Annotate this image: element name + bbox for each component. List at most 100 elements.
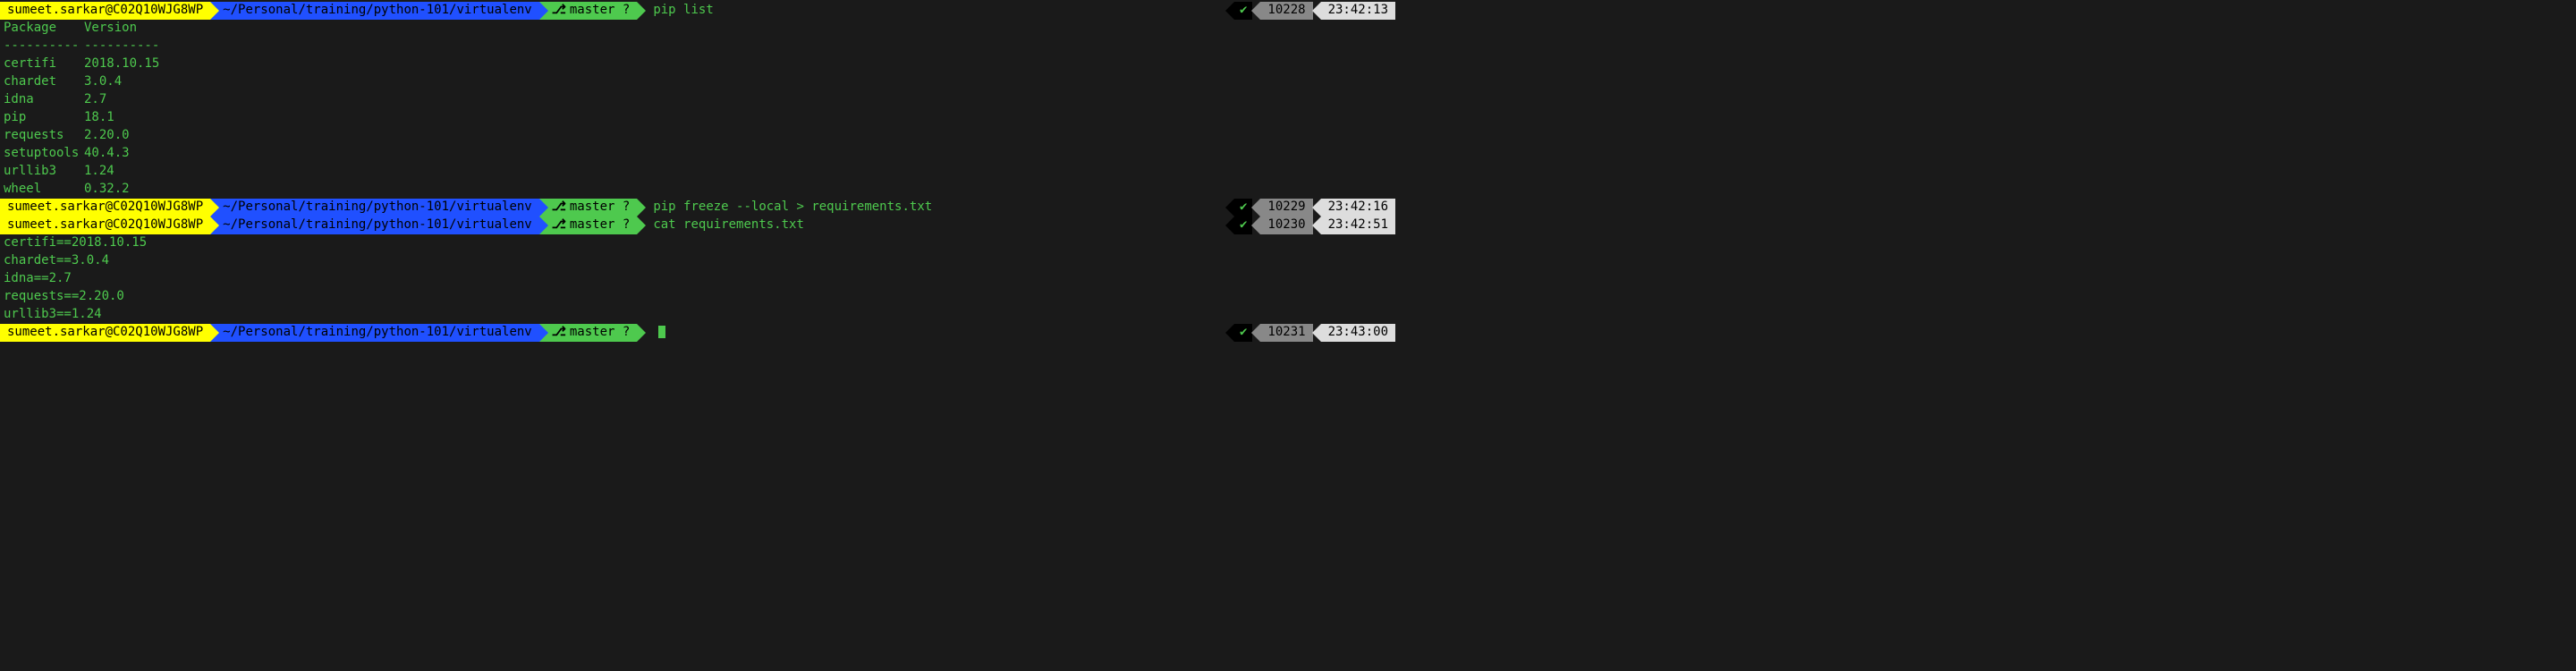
arrow-icon [1251,2,1260,20]
prompt-line[interactable]: sumeet.sarkar@C02Q10WJG8WP ~/Personal/tr… [0,199,1395,217]
col-package: setuptools [4,145,84,163]
col-package: idna [4,91,84,109]
timestamp: 23:43:00 [1321,324,1395,342]
history-number: 10229 [1260,199,1312,217]
col-package: chardet [4,73,84,91]
col-package: ---------- [4,38,84,55]
git-branch-icon: ⎇ [552,217,566,234]
output-row: setuptools40.4.3 [0,145,1395,163]
col-version: 18.1 [84,109,114,127]
output-row: chardet3.0.4 [0,73,1395,91]
cursor-icon [658,326,665,338]
user-host-segment: sumeet.sarkar@C02Q10WJG8WP [0,324,210,342]
arrow-icon [1312,217,1321,234]
arrow-icon [637,324,646,342]
prompt-line-current[interactable]: sumeet.sarkar@C02Q10WJG8WP ~/Personal/tr… [0,324,1395,342]
output-text: chardet==3.0.4 [0,252,109,270]
path-segment: ~/Personal/training/python-101/virtualen… [210,324,539,342]
status-right: ✔ 10231 23:43:00 [1225,324,1395,342]
arrow-icon [1225,2,1234,20]
prompt-line[interactable]: sumeet.sarkar@C02Q10WJG8WP ~/Personal/tr… [0,217,1395,234]
status-right: ✔ 10228 23:42:13 [1225,2,1395,20]
output-row: requests2.20.0 [0,127,1395,145]
output-text: idna==2.7 [0,270,72,288]
command-text: pip freeze --local > requirements.txt [646,199,932,217]
output-row: requests==2.20.0 [0,288,1395,306]
command-input[interactable] [646,324,665,342]
git-branch-icon: ⎇ [552,2,566,20]
user-host-segment: sumeet.sarkar@C02Q10WJG8WP [0,217,210,234]
arrow-icon [539,324,548,342]
branch-label: master ? [570,2,630,20]
output-row: idna2.7 [0,91,1395,109]
command-text: pip list [646,2,713,20]
output-row: urllib31.24 [0,163,1395,181]
output-divider: -------------------- [0,38,1395,55]
branch-segment: ⎇master ? [539,2,638,20]
arrow-icon [1225,217,1234,234]
status-check: ✔ [1234,217,1252,234]
col-version: ---------- [84,38,159,55]
col-version: 40.4.3 [84,145,130,163]
output-text: urllib3==1.24 [0,306,102,324]
timestamp: 23:42:13 [1321,2,1395,20]
arrow-icon [1225,199,1234,217]
output-row: idna==2.7 [0,270,1395,288]
arrow-icon [1312,2,1321,20]
col-package: urllib3 [4,163,84,181]
arrow-icon [1225,324,1234,342]
user-host-segment: sumeet.sarkar@C02Q10WJG8WP [0,199,210,217]
col-version: 2.20.0 [84,127,130,145]
arrow-icon [210,217,219,234]
arrow-icon [1312,199,1321,217]
arrow-icon [539,217,548,234]
timestamp: 23:42:51 [1321,217,1395,234]
branch-label: master ? [570,199,630,217]
output-header: PackageVersion [0,20,1395,38]
col-package: certifi [4,55,84,73]
col-version: 2018.10.15 [84,55,159,73]
arrow-icon [1251,199,1260,217]
arrow-icon [210,2,219,20]
status-check: ✔ [1234,199,1252,217]
arrow-icon [539,2,548,20]
user-host-segment: sumeet.sarkar@C02Q10WJG8WP [0,2,210,20]
output-row: certifi2018.10.15 [0,55,1395,73]
branch-label: master ? [570,324,630,342]
arrow-icon [210,324,219,342]
branch-segment: ⎇master ? [539,217,638,234]
status-right: ✔ 10230 23:42:51 [1225,217,1395,234]
arrow-icon [1251,217,1260,234]
command-text: cat requirements.txt [646,217,804,234]
history-number: 10230 [1260,217,1312,234]
col-version: 0.32.2 [84,181,130,199]
arrow-icon [1312,324,1321,342]
col-package: pip [4,109,84,127]
git-branch-icon: ⎇ [552,324,566,342]
arrow-icon [637,217,646,234]
col-package: wheel [4,181,84,199]
history-number: 10228 [1260,2,1312,20]
col-package: Package [4,20,84,38]
status-check: ✔ [1234,2,1252,20]
output-row: pip18.1 [0,109,1395,127]
output-row: urllib3==1.24 [0,306,1395,324]
branch-segment: ⎇master ? [539,324,638,342]
path-segment: ~/Personal/training/python-101/virtualen… [210,199,539,217]
arrow-icon [210,199,219,217]
history-number: 10231 [1260,324,1312,342]
col-version: Version [84,20,137,38]
branch-label: master ? [570,217,630,234]
output-text: requests==2.20.0 [0,288,124,306]
col-package: requests [4,127,84,145]
output-row: chardet==3.0.4 [0,252,1395,270]
output-row: certifi==2018.10.15 [0,234,1395,252]
arrow-icon [637,2,646,20]
timestamp: 23:42:16 [1321,199,1395,217]
arrow-icon [539,199,548,217]
prompt-line[interactable]: sumeet.sarkar@C02Q10WJG8WP ~/Personal/tr… [0,2,1395,20]
branch-segment: ⎇master ? [539,199,638,217]
status-right: ✔ 10229 23:42:16 [1225,199,1395,217]
arrow-icon [1251,324,1260,342]
path-segment: ~/Personal/training/python-101/virtualen… [210,217,539,234]
